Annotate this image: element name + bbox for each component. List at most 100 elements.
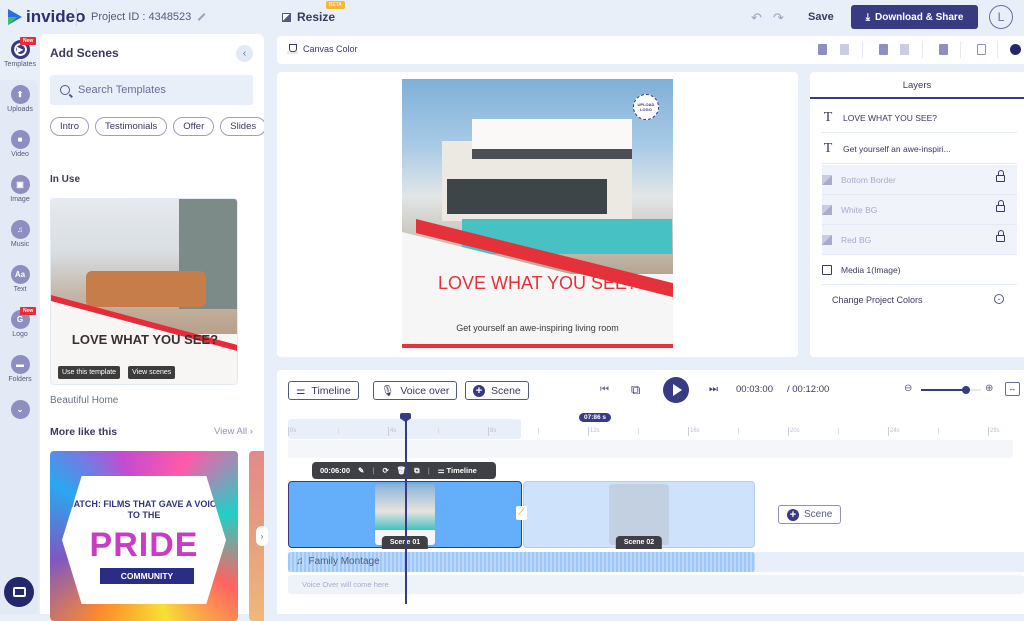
use-template-button[interactable]: Use this template: [58, 366, 121, 379]
search-templates-input[interactable]: Search Templates: [50, 75, 253, 105]
send-backward-icon[interactable]: [900, 44, 909, 55]
panel-title: Add Scenes: [50, 46, 119, 60]
zoom-out-icon[interactable]: ⊖: [904, 383, 912, 394]
resize-button[interactable]: Resize: [282, 10, 335, 24]
voice-over-track[interactable]: Voice Over will come here: [288, 575, 1024, 594]
bottom-border-shape: [402, 344, 673, 348]
collapse-panel-button[interactable]: ‹: [236, 45, 253, 62]
ruler-tick: 4s: [388, 427, 397, 436]
pride-template-card[interactable]: WATCH: FILMS THAT GAVE A VOICE TO THE PR…: [50, 451, 238, 621]
image-layer-icon: [822, 264, 832, 275]
fit-timeline-icon[interactable]: ↔: [1005, 382, 1020, 396]
add-scene-timeline-button[interactable]: + Scene: [778, 505, 842, 524]
chevron-down-icon[interactable]: ⌄: [994, 294, 1004, 304]
redo-icon[interactable]: ↷: [773, 10, 784, 26]
chip-offer[interactable]: Offer: [173, 117, 215, 136]
text-layer-icon: T: [823, 140, 833, 156]
chat-support-button[interactable]: [4, 577, 34, 607]
change-project-colors[interactable]: Change Project Colors: [832, 295, 923, 305]
layer-item[interactable]: Bottom Border: [822, 165, 1017, 195]
rail-item-more[interactable]: ⌄: [0, 400, 40, 419]
chip-slides[interactable]: Slides: [220, 117, 264, 136]
time-ruler[interactable]: 0s 4s 8s 12s 16s 20s 24s 28s: [288, 419, 1013, 439]
zoom-in-icon[interactable]: ⊕: [985, 383, 993, 394]
delete-icon[interactable]: [939, 44, 948, 55]
layer-item[interactable]: White BG: [822, 195, 1017, 225]
search-icon: [60, 85, 70, 95]
refresh-icon[interactable]: ⟳: [382, 466, 388, 475]
carousel-next-icon[interactable]: ›: [256, 526, 268, 546]
divider: [997, 41, 998, 58]
skip-end-icon[interactable]: ⏭: [709, 384, 718, 395]
chip-testimonials[interactable]: Testimonials: [95, 117, 168, 136]
ruler-tick: 20s: [788, 427, 800, 436]
microphone-icon: 🎙: [381, 385, 395, 397]
project-id[interactable]: Project ID : 4348523: [91, 11, 206, 23]
rail-item-video[interactable]: ■ Video: [0, 130, 40, 158]
add-scene-button[interactable]: + Scene: [465, 381, 529, 400]
top-bar: invideo Project ID : 4348523 Resize BETA…: [0, 0, 1024, 34]
music-icon: ♫: [10, 220, 30, 239]
ruler-tick: 24s: [888, 427, 900, 436]
scene-timeline-button[interactable]: ⚌ Timeline: [438, 466, 477, 475]
layer-item[interactable]: T Get yourself an awe-inspiri...: [822, 134, 1017, 164]
download-share-button[interactable]: ⤓ Download & Share: [851, 5, 978, 29]
plus-icon: +: [473, 384, 485, 397]
bring-forward-icon[interactable]: [879, 44, 888, 55]
layer-item[interactable]: T LOVE WHAT YOU SEE?: [822, 103, 1017, 133]
total-time: / 00:12:00: [787, 384, 830, 395]
brand-logo[interactable]: invideo: [8, 7, 86, 27]
in-use-template-card[interactable]: LOVE WHAT YOU SEE? Use this template Vie…: [50, 198, 238, 385]
resize-icon: [282, 12, 291, 22]
ruler-tick: 28s: [988, 427, 1000, 436]
undo-icon[interactable]: ↶: [751, 10, 762, 26]
chip-intro[interactable]: Intro: [50, 117, 90, 136]
rail-item-music[interactable]: ♫ Music: [0, 220, 40, 248]
tab-layers[interactable]: Layers: [810, 72, 1024, 99]
user-avatar[interactable]: L: [989, 5, 1013, 29]
paste-icon[interactable]: [840, 44, 849, 55]
grid-icon[interactable]: [977, 44, 986, 55]
skip-start-icon[interactable]: ⏮: [600, 384, 609, 395]
scene-canvas[interactable]: UPLOAD LOGO LOVE WHAT YOU SEE? Get yours…: [402, 79, 673, 351]
rail-item-image[interactable]: ▣ Image: [0, 175, 40, 203]
zoom-fill: [921, 389, 966, 391]
playhead-line: [405, 414, 407, 604]
rail-item-uploads[interactable]: ⬆ Uploads: [0, 85, 40, 113]
edit-duration-icon[interactable]: ✎: [358, 466, 364, 475]
layer-item[interactable]: Red BG: [822, 225, 1017, 255]
duplicate-scene-icon[interactable]: ⧉: [414, 466, 419, 476]
lock-icon[interactable]: [996, 200, 1005, 212]
scene-duration[interactable]: 00:06:00: [320, 466, 350, 475]
rail-item-text[interactable]: Aa Text: [0, 265, 40, 293]
canvas-headline[interactable]: LOVE WHAT YOU SEE?: [402, 271, 673, 296]
voice-over-button[interactable]: 🎙 Voice over: [373, 381, 458, 400]
scene-clip-2[interactable]: Scene 02: [523, 481, 755, 549]
edit-pencil-icon[interactable]: [197, 13, 206, 21]
canvas-color-button[interactable]: Canvas Color: [287, 43, 358, 54]
lock-icon[interactable]: [996, 230, 1005, 242]
shape-layer-icon: [822, 204, 832, 215]
rail-item-folders[interactable]: ▬ Folders: [0, 355, 40, 383]
transition-icon[interactable]: ⟋: [516, 506, 527, 520]
upload-logo-placeholder[interactable]: UPLOAD LOGO: [633, 94, 659, 120]
more-like-this-heading: More like this: [50, 426, 118, 438]
layer-item[interactable]: Media 1(Image): [822, 255, 1017, 285]
play-button[interactable]: [663, 377, 689, 403]
zoom-slider[interactable]: [921, 386, 981, 394]
canvas-subtext[interactable]: Get yourself an awe-inspiring living roo…: [402, 323, 673, 333]
folder-icon: ▬: [10, 355, 30, 374]
divider: [960, 41, 961, 58]
view-scenes-button[interactable]: View scenes: [128, 366, 176, 379]
in-use-heading: In Use: [50, 174, 81, 185]
preview-scene-icon[interactable]: ⧉: [631, 382, 640, 398]
lock-icon[interactable]: [996, 170, 1005, 182]
play-preview-icon[interactable]: [1010, 44, 1021, 55]
ruler-tick: 12s: [588, 427, 600, 436]
timeline-button[interactable]: ⚌ Timeline: [288, 381, 359, 400]
save-button[interactable]: Save: [808, 11, 834, 23]
zoom-knob[interactable]: [962, 386, 970, 394]
audio-track[interactable]: ♫ Family Montage: [288, 552, 1024, 572]
view-all-link[interactable]: View All ›: [214, 426, 253, 437]
copy-icon[interactable]: [818, 44, 827, 55]
